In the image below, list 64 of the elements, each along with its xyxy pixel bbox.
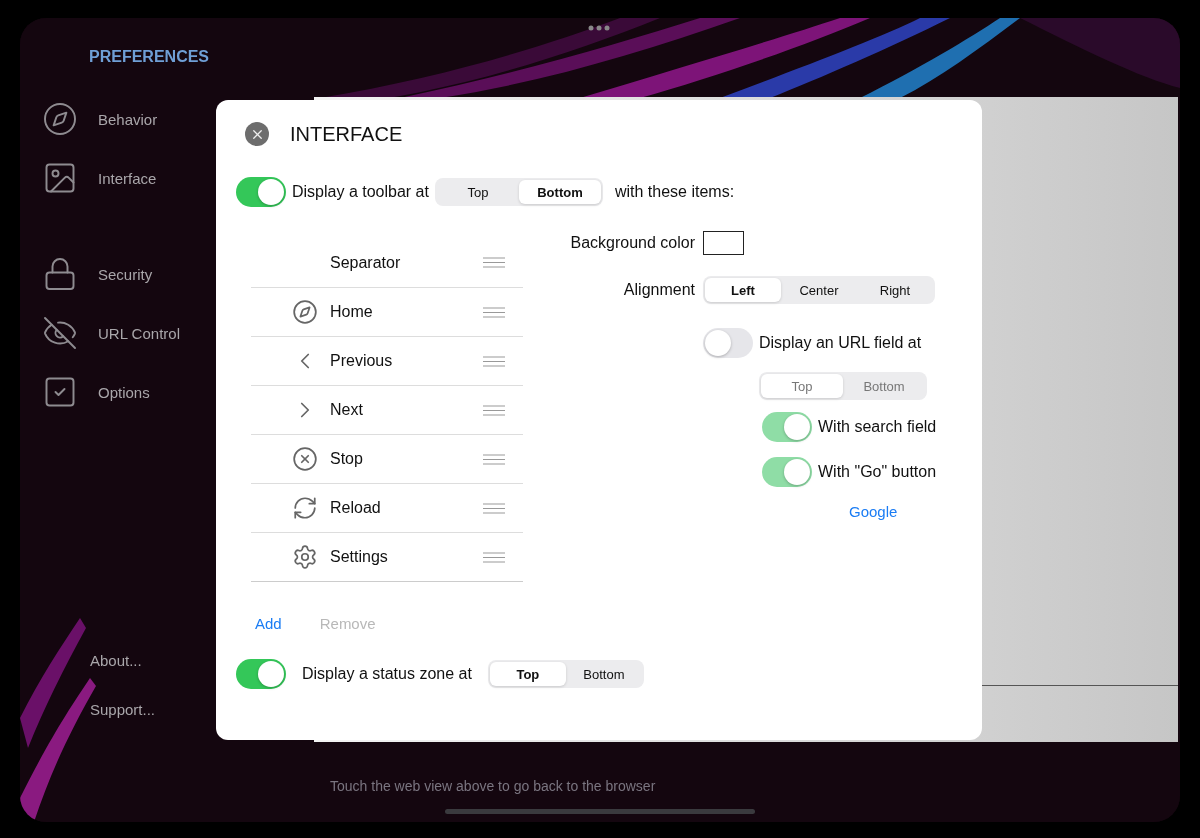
item-label: Home (330, 303, 374, 321)
segment-option[interactable]: Center (781, 278, 857, 302)
toolbar-item-row[interactable]: Home (251, 287, 523, 336)
toolbar-item-row[interactable]: Stop (251, 434, 523, 483)
close-button[interactable] (245, 122, 269, 146)
compass-icon (292, 299, 318, 325)
sidebar-item[interactable]: Options (98, 383, 150, 401)
background-color-label: Background color (570, 234, 695, 252)
reload-icon (292, 495, 318, 521)
list-action-link[interactable]: Add (255, 615, 282, 632)
segment-option[interactable]: Left (705, 278, 781, 302)
toolbar-toggle[interactable] (236, 177, 286, 207)
reorder-handle-icon[interactable] (483, 502, 505, 514)
reorder-handle-icon[interactable] (483, 355, 505, 367)
option-toggle[interactable] (762, 411, 812, 442)
hint-text: Touch the web view above to go back to the browser (330, 778, 656, 794)
sidebar-title: PREFERENCES (89, 48, 210, 67)
alignment-label: Alignment (623, 281, 695, 299)
toolbar-item-row[interactable]: Separator (251, 238, 523, 287)
status-zone-toggle[interactable] (236, 659, 286, 689)
sidebar-item[interactable]: Security (98, 265, 153, 283)
reorder-handle-icon[interactable] (483, 257, 505, 268)
segment-option[interactable]: Bottom (518, 180, 601, 204)
segment-option[interactable]: Top (489, 662, 566, 686)
eye-off-icon[interactable] (42, 315, 78, 351)
item-label: Previous (330, 352, 394, 370)
toolbar-item-row[interactable]: Settings (251, 532, 523, 581)
compass-icon[interactable] (42, 101, 78, 137)
item-label: Next (330, 401, 364, 419)
segment-option[interactable]: Bottom (565, 662, 642, 686)
circle-x-icon (292, 446, 318, 472)
sidebar-item[interactable]: Interface (98, 169, 157, 187)
reorder-handle-icon[interactable] (483, 453, 505, 465)
segment-option[interactable]: Right (857, 278, 933, 302)
settings-icon (292, 544, 318, 570)
sidebar-link[interactable]: About... (90, 652, 142, 669)
url-field-label: Display an URL field at (759, 334, 922, 352)
status-zone-label: Display a status zone at (302, 665, 472, 683)
item-label: Reload (330, 499, 382, 517)
dialog-title: INTERFACE (290, 122, 403, 146)
toolbar-label: Display a toolbar at (292, 183, 429, 201)
segment-option[interactable]: Bottom (843, 374, 925, 398)
sidebar-item[interactable]: URL Control (98, 324, 180, 342)
segment-option[interactable]: Top (761, 374, 843, 398)
drag-handle-icon[interactable] (588, 25, 610, 31)
segment-option[interactable]: Top (436, 180, 519, 204)
toolbar-item-row[interactable]: Next (251, 385, 523, 434)
option-toggle[interactable] (762, 456, 812, 487)
toolbar-item-row[interactable]: Previous (251, 336, 523, 385)
item-label: Separator (330, 253, 402, 272)
search-engine-link[interactable]: Google (849, 502, 898, 520)
reorder-handle-icon[interactable] (483, 404, 505, 416)
color-swatch[interactable] (703, 231, 744, 255)
item-label: Settings (330, 548, 389, 566)
toolbar-suffix: with these items: (614, 183, 735, 201)
item-label: Stop (330, 450, 364, 468)
toolbar-item-row[interactable]: Reload (251, 483, 523, 532)
option-label: With "Go" button (818, 462, 937, 481)
url-field-toggle[interactable] (703, 328, 753, 358)
option-label: With search field (818, 417, 937, 436)
reorder-handle-icon[interactable] (483, 551, 505, 563)
sidebar-link[interactable]: Support... (90, 701, 156, 718)
sidebar-item[interactable]: Behavior (98, 110, 158, 128)
reorder-handle-icon[interactable] (483, 306, 505, 318)
